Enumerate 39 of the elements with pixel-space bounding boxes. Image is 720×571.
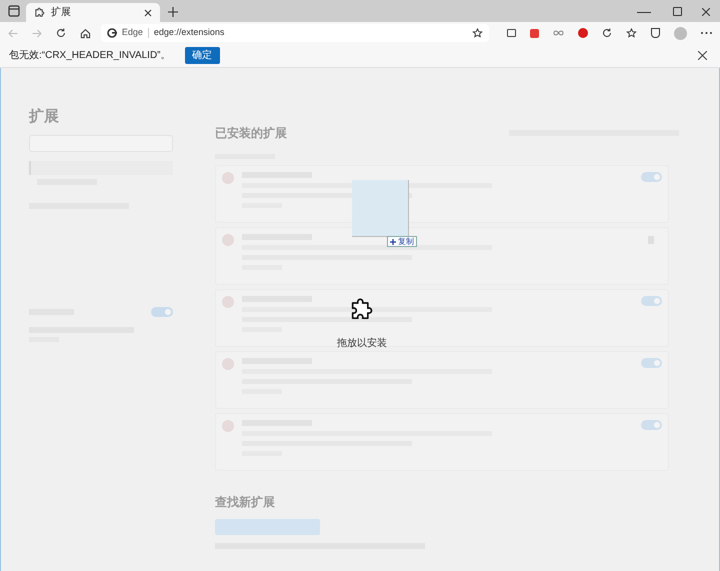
close-icon[interactable] — [144, 8, 152, 16]
copy-label: 复制 — [398, 236, 414, 246]
toggle-switch[interactable] — [641, 172, 662, 182]
extension-logo-icon — [222, 234, 234, 246]
sidebar-title: 扩展 — [29, 107, 60, 127]
browser-tab[interactable]: 扩展 — [26, 3, 160, 22]
toggle-switch[interactable] — [151, 306, 173, 316]
extension-logo-icon — [222, 358, 234, 370]
add-favorite-icon[interactable] — [472, 28, 484, 38]
home-icon[interactable] — [80, 28, 91, 38]
ok-button[interactable]: 确定 — [184, 47, 220, 64]
extension-icon[interactable] — [602, 28, 612, 38]
plus-icon — [390, 238, 396, 244]
drag-preview — [352, 180, 409, 237]
drop-label: 拖放以安装 — [337, 336, 387, 351]
extension-icon[interactable] — [507, 29, 516, 37]
new-tab-icon[interactable] — [168, 7, 178, 17]
browser-logo-icon — [106, 28, 117, 38]
close-icon[interactable] — [702, 8, 710, 16]
address-bar[interactable]: Edge edge://extensions — [100, 24, 490, 42]
tab-actions-icon[interactable] — [8, 5, 20, 17]
section-title: 查找新扩展 — [215, 494, 276, 511]
shield-icon[interactable] — [651, 28, 660, 38]
close-icon[interactable] — [698, 51, 707, 60]
section-title: 已安装的扩展 — [215, 125, 287, 142]
maximize-icon[interactable] — [673, 7, 682, 16]
extension-logo-icon — [222, 172, 234, 184]
error-message: 包无效:“CRX_HEADER_INVALID”。 — [9, 49, 171, 63]
toggle-switch[interactable] — [641, 358, 662, 368]
tab-title: 扩展 — [51, 6, 72, 20]
extension-logo-icon — [222, 420, 234, 432]
toggle-switch[interactable] — [641, 420, 662, 430]
toggle-switch[interactable] — [641, 296, 662, 306]
refresh-icon[interactable] — [56, 28, 66, 38]
extension-logo-icon — [222, 296, 234, 308]
puzzle-icon — [34, 7, 45, 18]
site-label: Edge — [122, 26, 143, 40]
url-text: edge://extensions — [154, 26, 226, 40]
favorites-icon[interactable] — [626, 28, 638, 38]
